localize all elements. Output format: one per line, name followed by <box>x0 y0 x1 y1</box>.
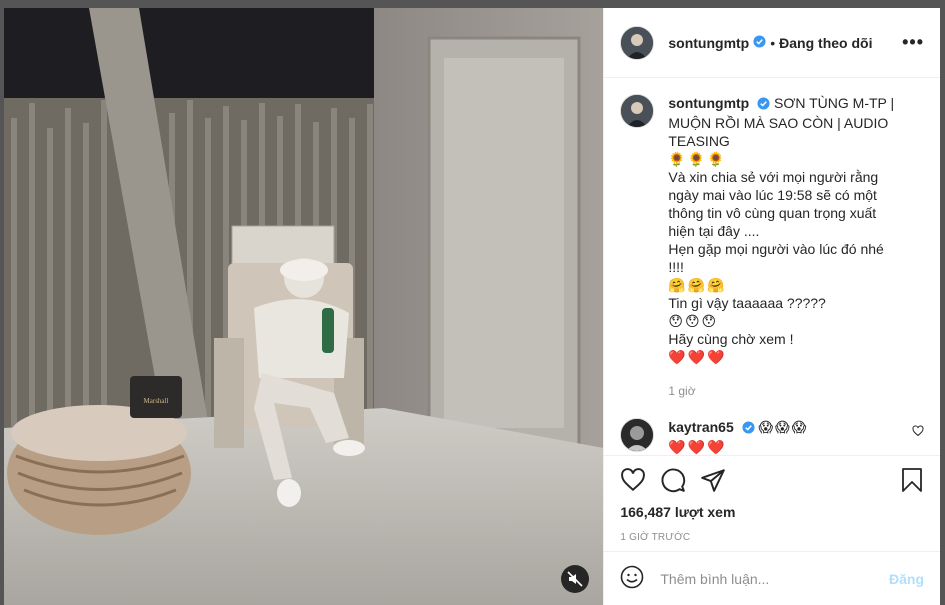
verified-badge-icon <box>757 96 770 114</box>
commenter-avatar[interactable] <box>620 418 655 452</box>
caption-line: 😯😯😯 <box>668 313 719 329</box>
action-row <box>620 466 924 496</box>
commenter-username[interactable]: kaytran65 <box>668 419 733 435</box>
action-bar: 166,487 lượt xem 1 GIỜ TRƯỚC <box>604 455 940 551</box>
caption-line: MUỘN RỒI MÀ SAO CÒN | AUDIO <box>668 115 889 131</box>
verified-badge-icon <box>742 420 755 438</box>
post-modal: Marshall sontungmtp • Đang theo dõi ••• … <box>4 8 940 605</box>
author-username[interactable]: sontungmtp <box>668 35 749 51</box>
caption-line: TEASING <box>668 133 730 149</box>
comment-line: ❤️❤️❤️ <box>668 439 727 455</box>
caption-line: SƠN TÙNG M-TP | <box>774 95 895 111</box>
comment-icon[interactable] <box>660 467 686 496</box>
svg-text:Marshall: Marshall <box>144 397 169 405</box>
comment-text: kaytran65 😱😱😱 ❤️❤️❤️ <box>668 418 888 455</box>
caption-avatar[interactable] <box>620 94 655 128</box>
caption-line: 🌻🌻🌻 <box>668 151 727 167</box>
post-comment-button[interactable]: Đăng <box>889 571 924 587</box>
emoji-icon[interactable] <box>620 565 644 592</box>
verified-badge-icon <box>753 34 766 51</box>
caption-username[interactable]: sontungmtp <box>668 95 749 111</box>
avatar[interactable] <box>620 25 655 60</box>
comment-input[interactable] <box>658 569 889 588</box>
video-frame: Marshall <box>4 8 604 605</box>
comment-emojis: 😱😱😱 <box>758 419 809 435</box>
caption-timestamp[interactable]: 1 giờ <box>668 382 898 400</box>
avatar-image <box>621 419 654 451</box>
avatar-image <box>621 95 654 127</box>
caption-line: ngày mai vào lúc 19:58 sẽ có một <box>668 187 877 203</box>
view-count[interactable]: 166,487 lượt xem <box>620 504 924 520</box>
share-icon[interactable] <box>700 467 726 496</box>
speaker-muted-icon <box>567 571 583 587</box>
heart-icon[interactable] <box>620 467 646 496</box>
post-details-panel: sontungmtp • Đang theo dõi ••• sontungmt… <box>603 8 940 605</box>
comment-composer: Đăng <box>604 551 940 605</box>
caption-line: ❤️❤️❤️ <box>668 349 727 365</box>
comments-section: sontungmtp SƠN TÙNG M-TP | MUỘN RỒI MÀ S… <box>604 78 940 455</box>
caption-line: Tin gì vậy taaaaaa ????? <box>668 295 826 311</box>
caption-line: Và xin chia sẻ với mọi người rằng <box>668 169 879 185</box>
post-date[interactable]: 1 GIỜ TRƯỚC <box>620 532 924 543</box>
bookmark-icon[interactable] <box>900 467 924 496</box>
video-player[interactable]: Marshall <box>4 8 604 605</box>
comment-item: kaytran65 😱😱😱 ❤️❤️❤️ <box>620 418 924 455</box>
caption-line: 🤗🤗🤗 <box>668 277 727 293</box>
more-options-icon[interactable]: ••• <box>902 32 924 53</box>
like-comment-icon[interactable] <box>912 424 924 440</box>
caption-line: Hãy cùng chờ xem ! <box>668 331 794 347</box>
caption-line: thông tin vô cùng quan trọng xuất <box>668 205 877 221</box>
caption: sontungmtp SƠN TÙNG M-TP | MUỘN RỒI MÀ S… <box>620 94 924 400</box>
post-header: sontungmtp • Đang theo dõi ••• <box>604 8 940 78</box>
caption-text: sontungmtp SƠN TÙNG M-TP | MUỘN RỒI MÀ S… <box>668 94 898 400</box>
following-button[interactable]: Đang theo dõi <box>779 35 872 51</box>
avatar-image <box>621 26 654 59</box>
separator-dot: • <box>770 34 776 51</box>
caption-line: Hẹn gặp mọi người vào lúc đó nhé !!!! <box>668 241 884 275</box>
caption-line: hiện tại đây .... <box>668 223 760 239</box>
